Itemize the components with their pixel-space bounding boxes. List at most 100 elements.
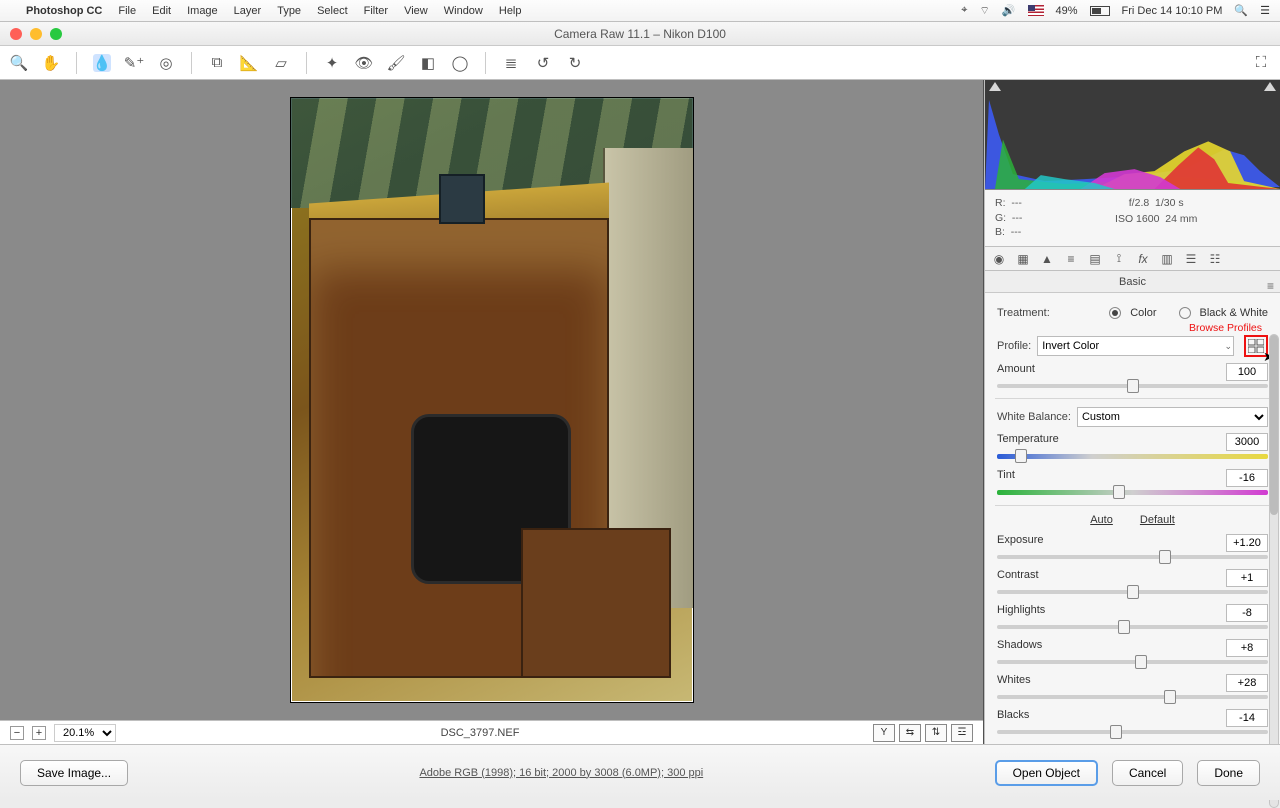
panel-scrollbar[interactable] — [1269, 334, 1279, 744]
rotate-ccw-icon[interactable]: ↺ — [534, 54, 552, 72]
zoom-tool-icon[interactable]: 🔍 — [10, 54, 28, 72]
amount-slider[interactable] — [997, 384, 1268, 388]
menu-type[interactable]: Type — [277, 5, 301, 17]
default-link[interactable]: Default — [1140, 514, 1175, 526]
histogram[interactable] — [985, 80, 1280, 190]
treatment-color-label[interactable]: Color — [1130, 307, 1156, 319]
adjustment-brush-icon[interactable]: 🖌 — [387, 54, 405, 72]
menu-file[interactable]: File — [118, 5, 136, 17]
fullscreen-toggle-icon[interactable]: ⛶ — [1252, 54, 1270, 72]
tab-calibration-icon[interactable]: ▥ — [1159, 251, 1175, 267]
image-preview[interactable] — [290, 97, 694, 703]
window-title: Camera Raw 11.1 – Nikon D100 — [0, 27, 1280, 41]
slider-label: Blacks — [997, 709, 1029, 727]
wb-label: White Balance: — [997, 411, 1071, 423]
slider-label: Exposure — [997, 534, 1043, 552]
temperature-slider[interactable] — [997, 454, 1268, 459]
preferences-icon[interactable]: ≣ — [502, 54, 520, 72]
tab-split-toning-icon[interactable]: ▤ — [1087, 251, 1103, 267]
volume-icon[interactable]: 🔊 — [1002, 4, 1016, 17]
cancel-button[interactable]: Cancel — [1112, 760, 1183, 786]
tint-value[interactable] — [1226, 469, 1268, 487]
treatment-color-radio[interactable] — [1109, 307, 1121, 319]
amount-value[interactable] — [1226, 363, 1268, 381]
input-source-flag-icon[interactable] — [1028, 5, 1044, 16]
slider-track[interactable] — [997, 555, 1268, 559]
tab-basic-icon[interactable]: ◉ — [991, 251, 1007, 267]
tab-lens-icon[interactable]: ⟟ — [1111, 251, 1127, 267]
hand-tool-icon[interactable]: ✋ — [42, 54, 60, 72]
slider-value[interactable] — [1226, 534, 1268, 552]
macos-menubar: Photoshop CC File Edit Image Layer Type … — [0, 0, 1280, 22]
slider-value[interactable] — [1226, 604, 1268, 622]
browse-profiles-callout: Browse Profiles — [1189, 322, 1262, 334]
slider-label: Whites — [997, 674, 1031, 692]
menu-help[interactable]: Help — [499, 5, 522, 17]
profile-select[interactable]: Invert Color — [1037, 336, 1234, 356]
crop-tool-icon[interactable]: ⧉ — [208, 54, 226, 72]
shadow-clip-icon[interactable] — [989, 82, 1001, 91]
done-button[interactable]: Done — [1197, 760, 1260, 786]
profile-label: Profile: — [997, 340, 1031, 352]
preview-pane: − + 20.1% DSC_3797.NEF Y ⇆ ⇅ ☲ — [0, 80, 984, 744]
spotlight-icon[interactable]: 🔍 — [1234, 4, 1248, 17]
white-balance-select[interactable]: Custom — [1077, 407, 1268, 427]
menubar-datetime[interactable]: Fri Dec 14 10:10 PM — [1122, 5, 1223, 17]
tab-detail-icon[interactable]: ▲ — [1039, 251, 1055, 267]
highlight-clip-icon[interactable] — [1264, 82, 1276, 91]
auto-link[interactable]: Auto — [1090, 514, 1113, 526]
slider-label: Shadows — [997, 639, 1042, 657]
slider-value[interactable] — [1226, 674, 1268, 692]
slider-track[interactable] — [997, 590, 1268, 594]
menu-layer[interactable]: Layer — [234, 5, 262, 17]
battery-percent[interactable]: 49% — [1056, 5, 1078, 17]
panel-title: Basic ≡ — [985, 271, 1280, 293]
tab-snapshots-icon[interactable]: ☷ — [1207, 251, 1223, 267]
rotate-cw-icon[interactable]: ↻ — [566, 54, 584, 72]
menu-edit[interactable]: Edit — [152, 5, 171, 17]
color-sampler-icon[interactable]: ✎⁺ — [125, 54, 143, 72]
tab-tone-curve-icon[interactable]: ▦ — [1015, 251, 1031, 267]
menu-window[interactable]: Window — [444, 5, 483, 17]
save-image-button[interactable]: Save Image... — [20, 760, 128, 786]
tab-presets-icon[interactable]: ☰ — [1183, 251, 1199, 267]
spot-removal-icon[interactable]: ✦ — [323, 54, 341, 72]
menu-view[interactable]: View — [404, 5, 428, 17]
menu-filter[interactable]: Filter — [364, 5, 388, 17]
radial-filter-icon[interactable]: ◯ — [451, 54, 469, 72]
menu-select[interactable]: Select — [317, 5, 348, 17]
temperature-value[interactable] — [1226, 433, 1268, 451]
target-adjust-icon[interactable]: ◎ — [157, 54, 175, 72]
wifi-icon[interactable]: ⌔ — [979, 4, 989, 18]
menu-list-icon[interactable]: ☰ — [1260, 4, 1270, 17]
browse-profiles-button[interactable]: Browse Profiles ➤ — [1244, 335, 1268, 357]
graduated-filter-icon[interactable]: ◧ — [419, 54, 437, 72]
white-balance-eyedropper-icon[interactable]: 💧 — [93, 54, 111, 72]
treatment-bw-radio[interactable] — [1179, 307, 1191, 319]
open-object-button[interactable]: Open Object — [995, 760, 1098, 786]
tab-hsl-icon[interactable]: ≡ — [1063, 251, 1079, 267]
straighten-tool-icon[interactable]: 📐 — [240, 54, 258, 72]
slider-value[interactable] — [1226, 569, 1268, 587]
battery-icon[interactable] — [1090, 6, 1110, 16]
amount-label: Amount — [997, 363, 1035, 381]
slider-track[interactable] — [997, 695, 1268, 699]
slider-track[interactable] — [997, 730, 1268, 734]
slider-value[interactable] — [1226, 639, 1268, 657]
bluetooth-icon[interactable]: ⌖ — [961, 4, 967, 17]
workflow-options-link[interactable]: Adobe RGB (1998); 16 bit; 2000 by 3008 (… — [419, 767, 703, 779]
tab-effects-icon[interactable]: fx — [1135, 251, 1151, 267]
adjustments-panel: R: --- G: --- B: --- f/2.8 1/30 s ISO 16… — [984, 80, 1280, 744]
slider-value[interactable] — [1226, 709, 1268, 727]
camera-raw-toolbar: 🔍 ✋ 💧 ✎⁺ ◎ ⧉ 📐 ▱ ✦ 👁 🖌 ◧ ◯ ≣ ↺ ↻ ⛶ — [0, 46, 1280, 80]
menu-image[interactable]: Image — [187, 5, 218, 17]
treatment-bw-label[interactable]: Black & White — [1200, 307, 1268, 319]
slider-track[interactable] — [997, 625, 1268, 629]
exif-readout: f/2.8 1/30 s ISO 1600 24 mm — [1032, 190, 1280, 246]
slider-track[interactable] — [997, 660, 1268, 664]
slider-label: Contrast — [997, 569, 1039, 587]
redeye-tool-icon[interactable]: 👁 — [355, 54, 373, 72]
tint-slider[interactable] — [997, 490, 1268, 495]
transform-tool-icon[interactable]: ▱ — [272, 54, 290, 72]
app-name[interactable]: Photoshop CC — [26, 5, 102, 17]
